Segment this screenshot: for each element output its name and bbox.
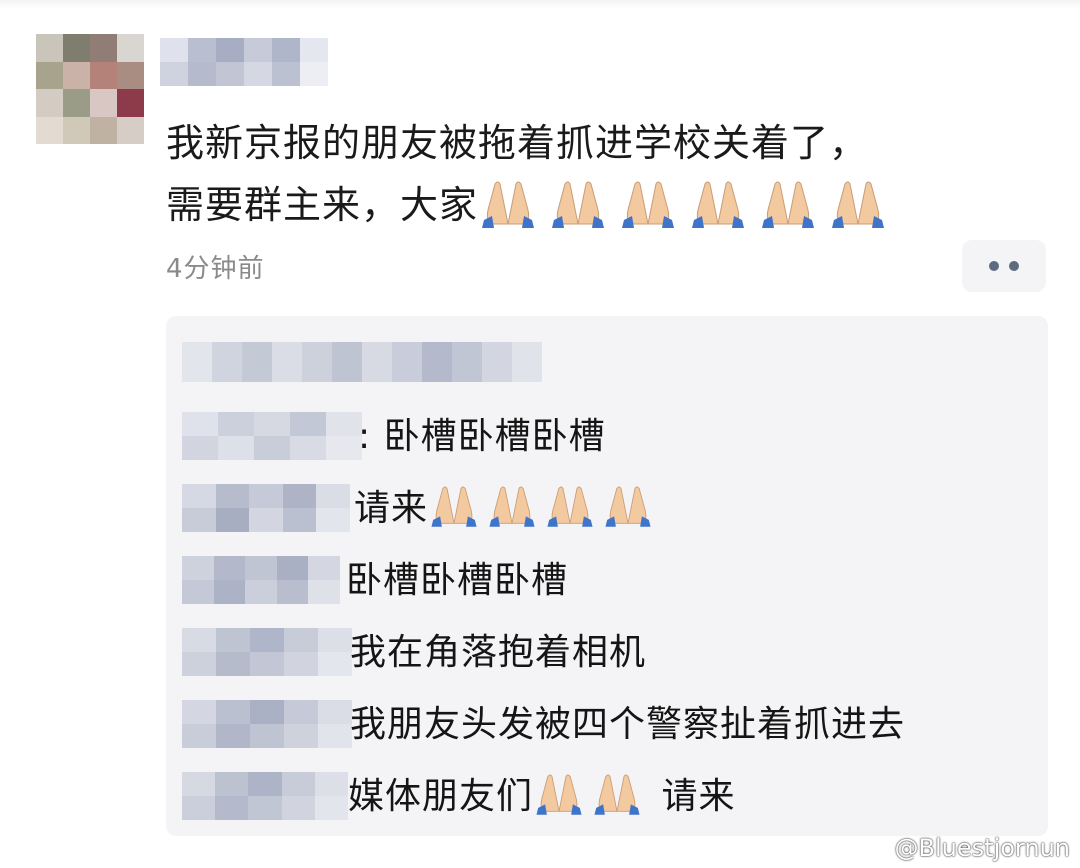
weibo-watermark: @Bluestjornun xyxy=(855,834,1070,862)
commenter-name-blurred[interactable] xyxy=(182,628,352,676)
avatar[interactable] xyxy=(36,34,144,144)
comment-text-group: 媒体朋友们 请来 xyxy=(348,772,735,822)
likes-header-blurred xyxy=(182,342,542,382)
folded-hands-emoji-icon xyxy=(605,486,651,527)
comment-item[interactable]: 媒体朋友们 请来 xyxy=(182,772,1042,824)
username-blurred[interactable] xyxy=(160,38,328,86)
comment-text: : 卧槽卧槽卧槽 xyxy=(358,416,606,457)
watermark-text: @Bluestjornun xyxy=(894,834,1070,862)
comment-item[interactable]: : 卧槽卧槽卧槽 xyxy=(182,412,1042,464)
comment-item[interactable]: 卧槽卧槽卧槽 xyxy=(182,556,1042,608)
commenter-name-blurred[interactable] xyxy=(182,700,352,748)
comment-item[interactable]: 请来 xyxy=(182,484,1042,536)
comment-text: 我在角落抱着相机 xyxy=(350,632,647,673)
comment-text: 媒体朋友们 xyxy=(348,776,534,817)
more-options-button[interactable] xyxy=(962,240,1046,292)
post-content: 我新京报的朋友被拖着抓进学校关着了， 需要群主来，大家 xyxy=(166,112,1046,236)
commenter-name-blurred[interactable] xyxy=(182,772,348,820)
folded-hands-emoji-icon xyxy=(547,486,593,527)
folded-hands-emoji-icon xyxy=(692,181,745,228)
folded-hands-emoji-icon xyxy=(431,486,477,527)
post-line-1: 我新京报的朋友被拖着抓进学校关着了， xyxy=(166,121,869,165)
commenter-name-blurred[interactable] xyxy=(182,556,340,604)
more-dots-icon xyxy=(1009,261,1019,271)
folded-hands-emoji-icon xyxy=(482,181,535,228)
post-timestamp: 4分钟前 xyxy=(166,254,265,284)
folded-hands-emoji-icon xyxy=(832,181,885,228)
comment-text: 我朋友头发被四个警察扯着抓进去 xyxy=(350,704,906,745)
comment-item[interactable]: 我在角落抱着相机 xyxy=(182,628,1042,680)
folded-hands-emoji-icon xyxy=(762,181,815,228)
commenter-name-blurred[interactable] xyxy=(182,484,350,532)
folded-hands-emoji-icon xyxy=(552,181,605,228)
folded-hands-emoji-icon xyxy=(622,181,675,228)
commenter-name-blurred[interactable] xyxy=(182,412,362,460)
top-divider xyxy=(0,0,1080,8)
comment-text: 卧槽卧槽卧槽 xyxy=(346,560,569,601)
more-dots-icon xyxy=(989,261,999,271)
comment-text: 请来 xyxy=(661,776,736,817)
comment-text-group: 请来 xyxy=(354,484,660,534)
folded-hands-emoji-icon xyxy=(489,486,535,527)
folded-hands-emoji-icon xyxy=(536,774,582,815)
weibo-icon xyxy=(855,837,887,861)
comment-item[interactable]: 我朋友头发被四个警察扯着抓进去 xyxy=(182,700,1042,752)
post-line-2-text: 需要群主来，大家 xyxy=(166,183,479,227)
folded-hands-emoji-icon xyxy=(594,774,640,815)
comment-text: 请来 xyxy=(354,488,429,529)
post-line-2: 需要群主来，大家 xyxy=(166,174,1046,236)
comments-panel: : 卧槽卧槽卧槽 请来 卧槽卧槽卧槽 我在角落抱着相机 我朋友头发被四个警察扯着… xyxy=(166,316,1048,836)
